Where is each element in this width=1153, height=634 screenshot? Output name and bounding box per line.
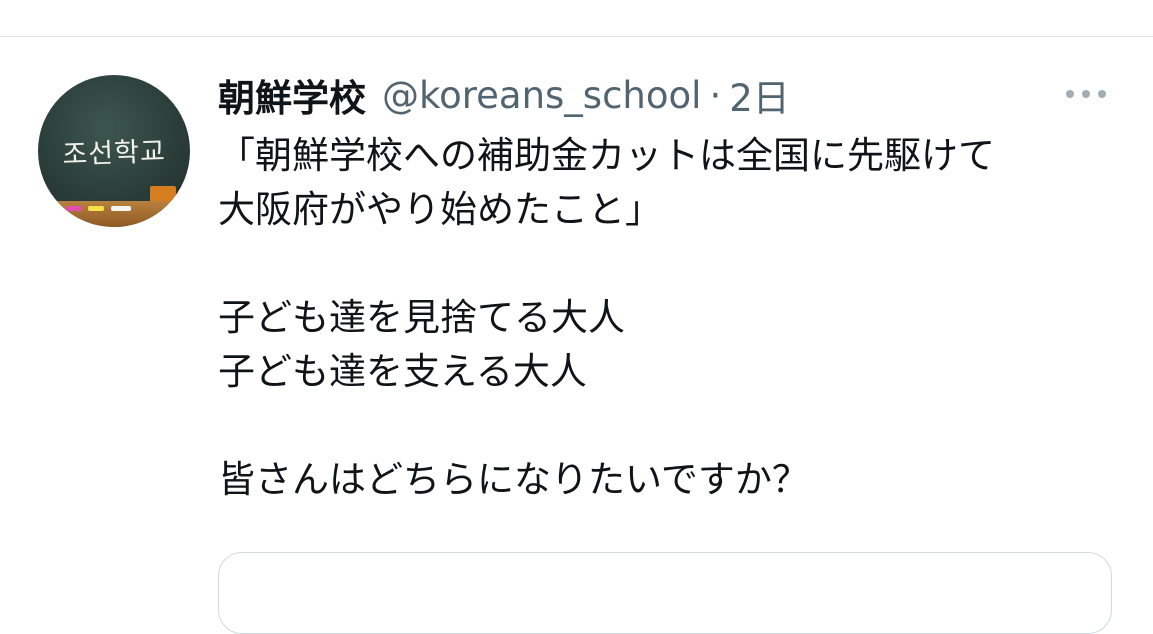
separator-dot: · [709, 73, 722, 117]
tweet-text-line: 子ども達を見捨てる大人 [218, 296, 625, 339]
tweet-text-blank-line [218, 237, 1118, 291]
timestamp[interactable]: 2日 [729, 68, 790, 122]
more-options-button[interactable] [1061, 82, 1111, 106]
top-divider [0, 36, 1153, 37]
chalk-piece-white [111, 206, 131, 211]
chalk-ledge [38, 201, 190, 227]
embedded-card[interactable] [218, 552, 1112, 634]
avatar-chalkboard-text: 조선학교 [61, 136, 167, 171]
ellipsis-icon [1066, 90, 1106, 98]
chalk-piece-yellow [88, 206, 104, 211]
tweet-text-line: 「朝鮮学校への補助金カットは全国に先駆けて [218, 134, 995, 177]
chalk-piece-pink [66, 206, 82, 211]
avatar[interactable]: 조선학교 [38, 75, 190, 227]
tweet-text: 「朝鮮学校への補助金カットは全国に先駆けて 大阪府がやり始めたこと」 子ども達を… [218, 129, 1118, 507]
tweet-header: 朝鮮学校 @koreans_school · 2日 [218, 66, 790, 124]
tweet-text-line: 子ども達を支える大人 [218, 350, 587, 393]
tweet-text-line: 大阪府がやり始めたこと」 [218, 188, 662, 231]
display-name[interactable]: 朝鮮学校 [218, 68, 366, 122]
tweet-text-blank-line [218, 399, 1118, 453]
tweet-text-line: 皆さんはどちらになりたいですか？ [218, 458, 809, 501]
user-handle[interactable]: @koreans_school [382, 74, 701, 117]
